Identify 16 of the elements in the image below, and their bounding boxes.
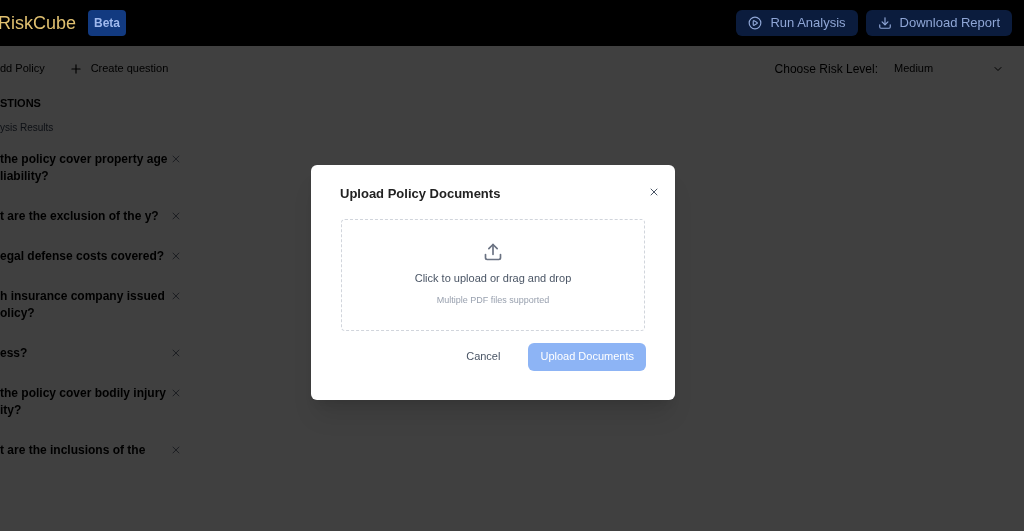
section-heading: STIONS [0, 96, 42, 111]
risk-label: Choose Risk Level: [774, 60, 878, 78]
question-text[interactable]: the policy cover property age liability? [0, 150, 171, 185]
beta-badge: Beta [88, 10, 127, 36]
header-button[interactable]: Download Report [865, 10, 1012, 36]
dialog-title: Upload Policy Documents [340, 185, 501, 203]
dropzone-hint: Multiple PDF files supported [436, 294, 550, 307]
risk-select[interactable]: Medium [894, 60, 1004, 77]
download-icon [877, 16, 892, 30]
upload-icon [483, 241, 503, 262]
dropzone-text: Click to upload or drag and drop [414, 270, 572, 286]
logo-text: RiskCube [0, 11, 77, 35]
cancel-button[interactable]: Cancel [454, 342, 513, 371]
drop-zone[interactable]: Click to upload or drag and drop Multiple PDF files supported [341, 218, 645, 331]
play-icon [748, 16, 763, 30]
header-button[interactable]: Run Analysis [736, 10, 858, 36]
